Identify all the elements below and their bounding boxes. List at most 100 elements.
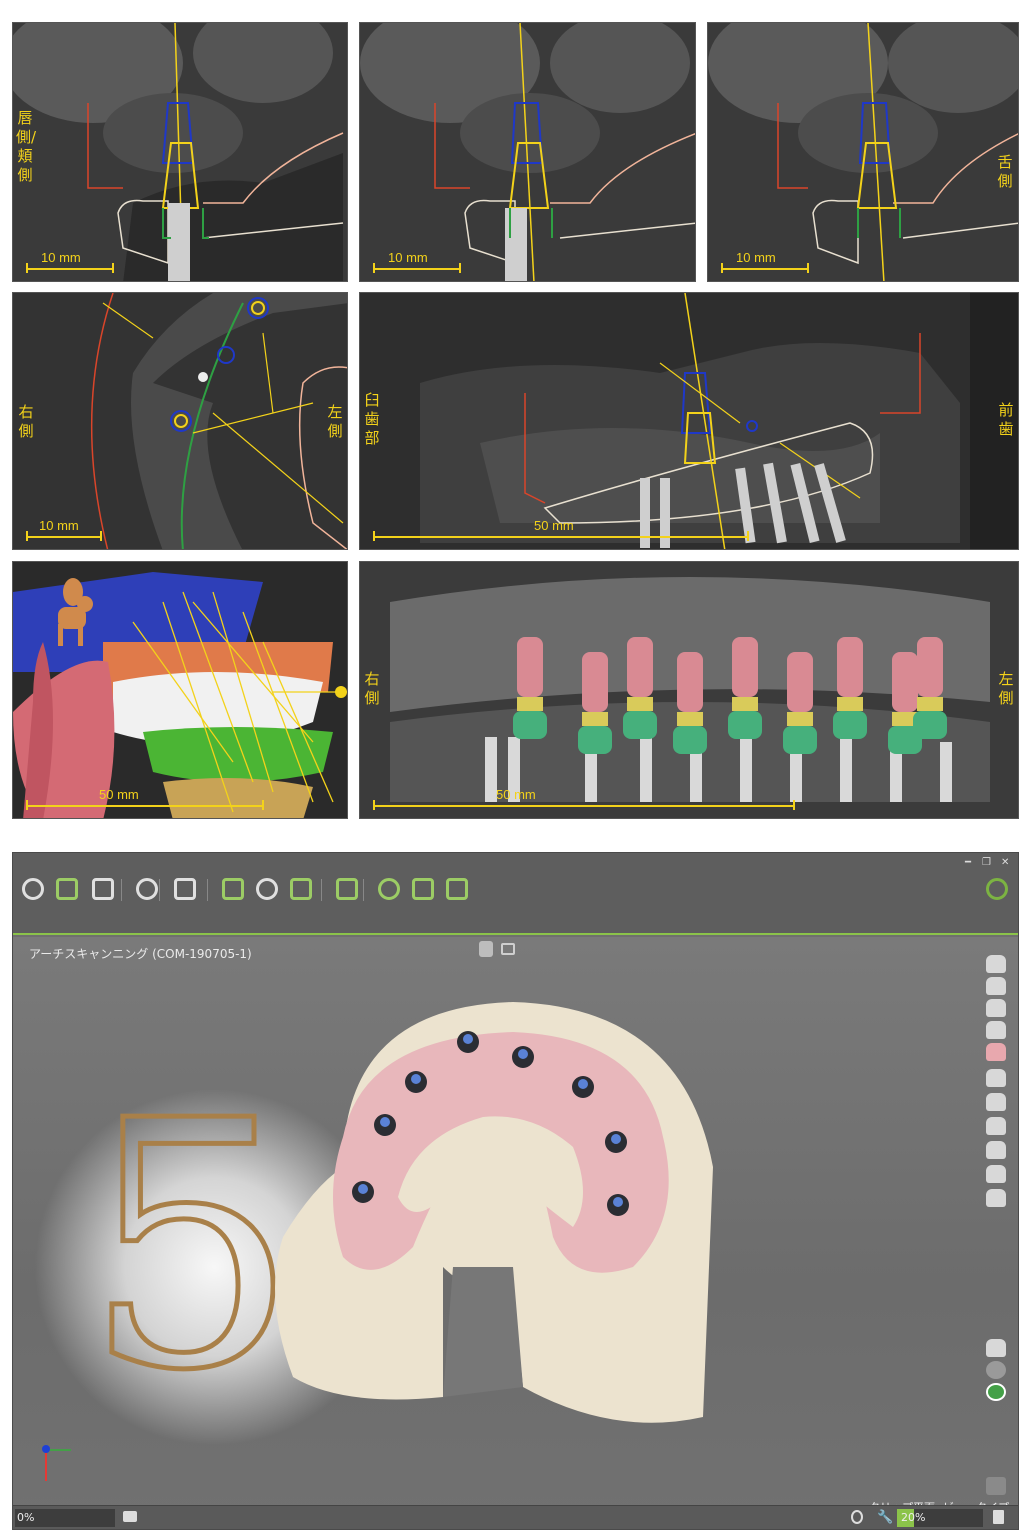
axial-panel[interactable]: 右側 左側 10 mm <box>12 292 348 550</box>
scan-body-cap <box>411 1074 421 1084</box>
close-icon[interactable]: ✕ <box>1001 857 1009 868</box>
scale-label: 10 mm <box>736 250 776 265</box>
implant-collar <box>732 697 758 711</box>
scale-label: 50 mm <box>496 787 536 802</box>
factory-icon[interactable] <box>133 875 161 903</box>
cad-icon[interactable] <box>171 875 199 903</box>
cross-section-image-2 <box>360 23 695 281</box>
scale-label: 10 mm <box>388 250 428 265</box>
scale-label: 50 mm <box>99 787 139 802</box>
step-lower-gingiva-icon[interactable] <box>986 1021 1006 1039</box>
step-antagonist-icon[interactable] <box>986 1117 1006 1135</box>
implant-collar <box>627 697 653 711</box>
step-add-scan-icon[interactable] <box>986 1339 1006 1357</box>
step-lower-jaw-icon[interactable] <box>986 977 1006 995</box>
camera-icon[interactable] <box>123 1511 137 1522</box>
minimize-icon[interactable]: ━ <box>965 857 971 868</box>
clipboard-icon[interactable] <box>219 875 247 903</box>
scan-body-cap <box>380 1117 390 1127</box>
implant-body <box>837 637 863 697</box>
toolbar-separator <box>159 879 160 901</box>
implant-body <box>517 637 543 697</box>
left-side-label: 左側 <box>327 403 343 440</box>
implant-abutment <box>913 711 947 739</box>
scan-body-cap <box>358 1184 368 1194</box>
cross-section-panel-2[interactable]: 10 mm <box>359 22 696 282</box>
buccal-side-label: 唇側/頬側 <box>16 109 37 184</box>
implant-body <box>917 637 943 697</box>
scale-label: 10 mm <box>41 250 81 265</box>
implant-body <box>627 637 653 697</box>
anterior-label: 前歯 <box>998 401 1014 438</box>
globe-icon[interactable] <box>375 875 403 903</box>
scanner-icon[interactable] <box>89 875 117 903</box>
implant-abutment <box>673 726 707 754</box>
sagittal-panel[interactable]: 臼歯部 前歯 50 mm <box>359 292 1019 550</box>
scale-label: 10 mm <box>39 518 79 533</box>
lingual-side-label: 舌側 <box>997 153 1013 190</box>
implant-collar <box>582 712 608 726</box>
clip-plane-icon[interactable] <box>986 1477 1006 1495</box>
scan-body-cap <box>463 1034 473 1044</box>
implant-abutment <box>578 726 612 754</box>
brightness-icon[interactable] <box>851 1510 863 1524</box>
toolbar-separator <box>207 879 208 901</box>
scan-body-cap <box>518 1049 528 1059</box>
step-upper-gingiva-icon[interactable] <box>986 999 1006 1017</box>
step-scan-bodies-icon[interactable] <box>986 1043 1006 1061</box>
right-side-label: 右側 <box>364 670 380 707</box>
power-icon[interactable] <box>443 875 471 903</box>
3d-render-image <box>13 562 347 818</box>
3d-render-panel[interactable]: 50 mm <box>12 561 348 819</box>
refresh-icon[interactable] <box>333 875 361 903</box>
3d-viewport[interactable]: アーチスキャンニング (COM-190705-1) 5 クリップ平面 ビュータイ… <box>13 937 1018 1519</box>
step-arch-lower-icon[interactable] <box>986 1189 1006 1207</box>
implant-abutment <box>513 711 547 739</box>
cross-section-panel-1[interactable]: 唇側/頬側 10 mm <box>12 22 348 282</box>
step-arch-icon[interactable] <box>986 1165 1006 1183</box>
axis-gizmo <box>41 1445 77 1485</box>
implant-abutment <box>728 711 762 739</box>
scanner-app-window: ━ ❐ ✕ アーチスキャンニング (COM-190705-1) 5 クリップ平面… <box>12 852 1019 1530</box>
step-preparation-icon[interactable] <box>986 1093 1006 1111</box>
implant-abutment <box>623 711 657 739</box>
implant-abutment <box>783 726 817 754</box>
panoramic-image <box>360 562 1018 818</box>
toolbar-separator <box>121 879 122 901</box>
restore-icon[interactable]: ❐ <box>982 857 991 868</box>
axial-image <box>13 293 347 549</box>
zoom-value: 20% <box>901 1511 926 1524</box>
cross-section-panel-3[interactable]: 舌側 10 mm <box>707 22 1019 282</box>
implant-collar <box>837 697 863 711</box>
implant-body <box>677 652 703 712</box>
step-bite-icon[interactable] <box>986 1069 1006 1087</box>
trash-icon[interactable] <box>993 1510 1004 1524</box>
implant-collar <box>677 712 703 726</box>
settings-icon[interactable] <box>287 875 315 903</box>
scan-body-cap <box>611 1134 621 1144</box>
implant-body <box>732 637 758 697</box>
step-upper-jaw-icon[interactable] <box>986 955 1006 973</box>
panoramic-panel[interactable]: 右側 左側 50 mm <box>359 561 1019 819</box>
progress-value: 0% <box>17 1511 35 1524</box>
arch-scan-icon[interactable] <box>19 875 47 903</box>
implant-body <box>787 652 813 712</box>
implant-body <box>892 652 918 712</box>
toolbar-separator <box>363 879 364 901</box>
status-bar: 0% 🔧 20% <box>13 1505 1018 1529</box>
scale-label: 50 mm <box>534 518 574 533</box>
arch-scan-model <box>275 1002 713 1423</box>
implant-body <box>582 652 608 712</box>
doctor-icon[interactable] <box>253 875 281 903</box>
app-logo-icon[interactable] <box>983 875 1011 903</box>
main-toolbar: ━ ❐ ✕ <box>13 853 1018 935</box>
toolbar-separator <box>321 879 322 901</box>
step-confirm-icon[interactable] <box>986 1383 1006 1401</box>
molar-region-label: 臼歯部 <box>364 391 380 447</box>
step-pending-icon[interactable] <box>986 1361 1006 1379</box>
dental-arch-icon[interactable] <box>53 875 81 903</box>
scan-body-cap <box>613 1197 623 1207</box>
wrench-icon[interactable]: 🔧 <box>877 1510 893 1525</box>
step-abutment-icon[interactable] <box>986 1141 1006 1159</box>
lifebuoy-icon[interactable] <box>409 875 437 903</box>
